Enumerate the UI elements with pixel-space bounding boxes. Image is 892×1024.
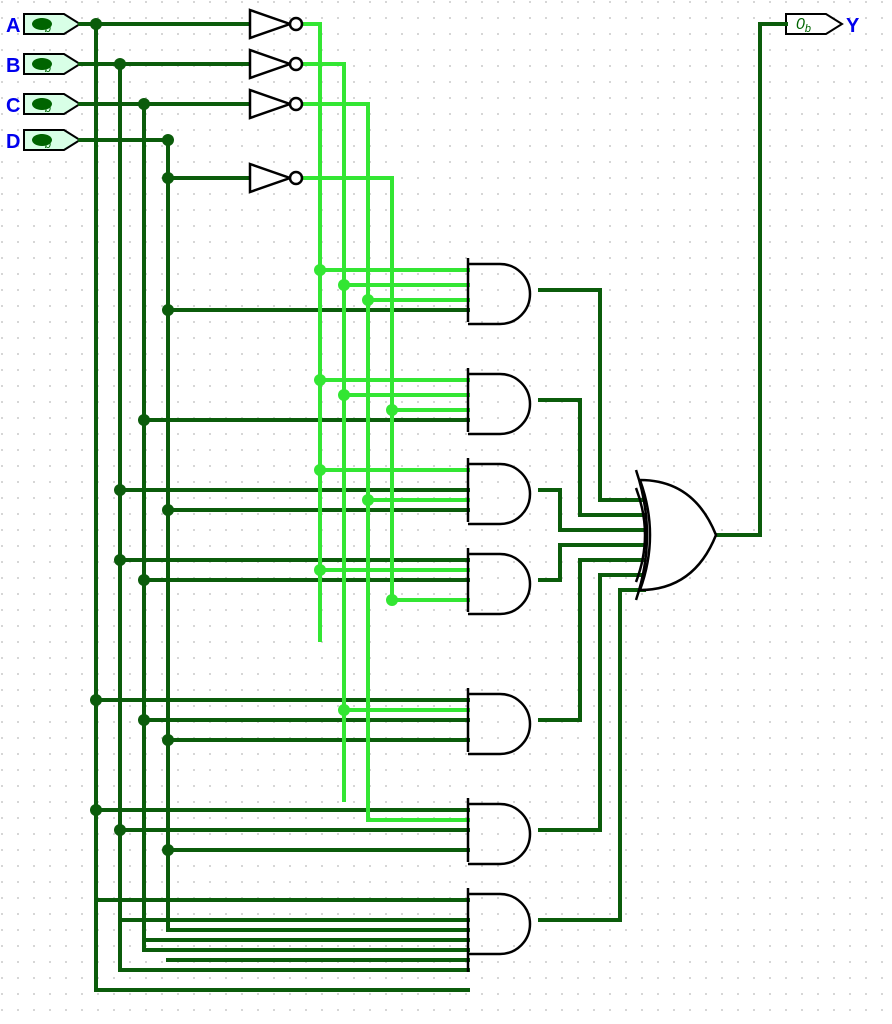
input-value-A: 0 — [36, 16, 45, 33]
input-label-D: D — [6, 131, 20, 153]
output-label-Y: Y — [846, 15, 860, 37]
input-label-C: C — [6, 95, 20, 117]
circuit-canvas[interactable]: A 0b B 0b C 0b D 0b 0b Y — [0, 0, 892, 1024]
input-label-A: A — [6, 15, 20, 37]
output-pin-Y[interactable]: 0b Y — [786, 14, 860, 37]
input-label-B: B — [6, 55, 20, 77]
